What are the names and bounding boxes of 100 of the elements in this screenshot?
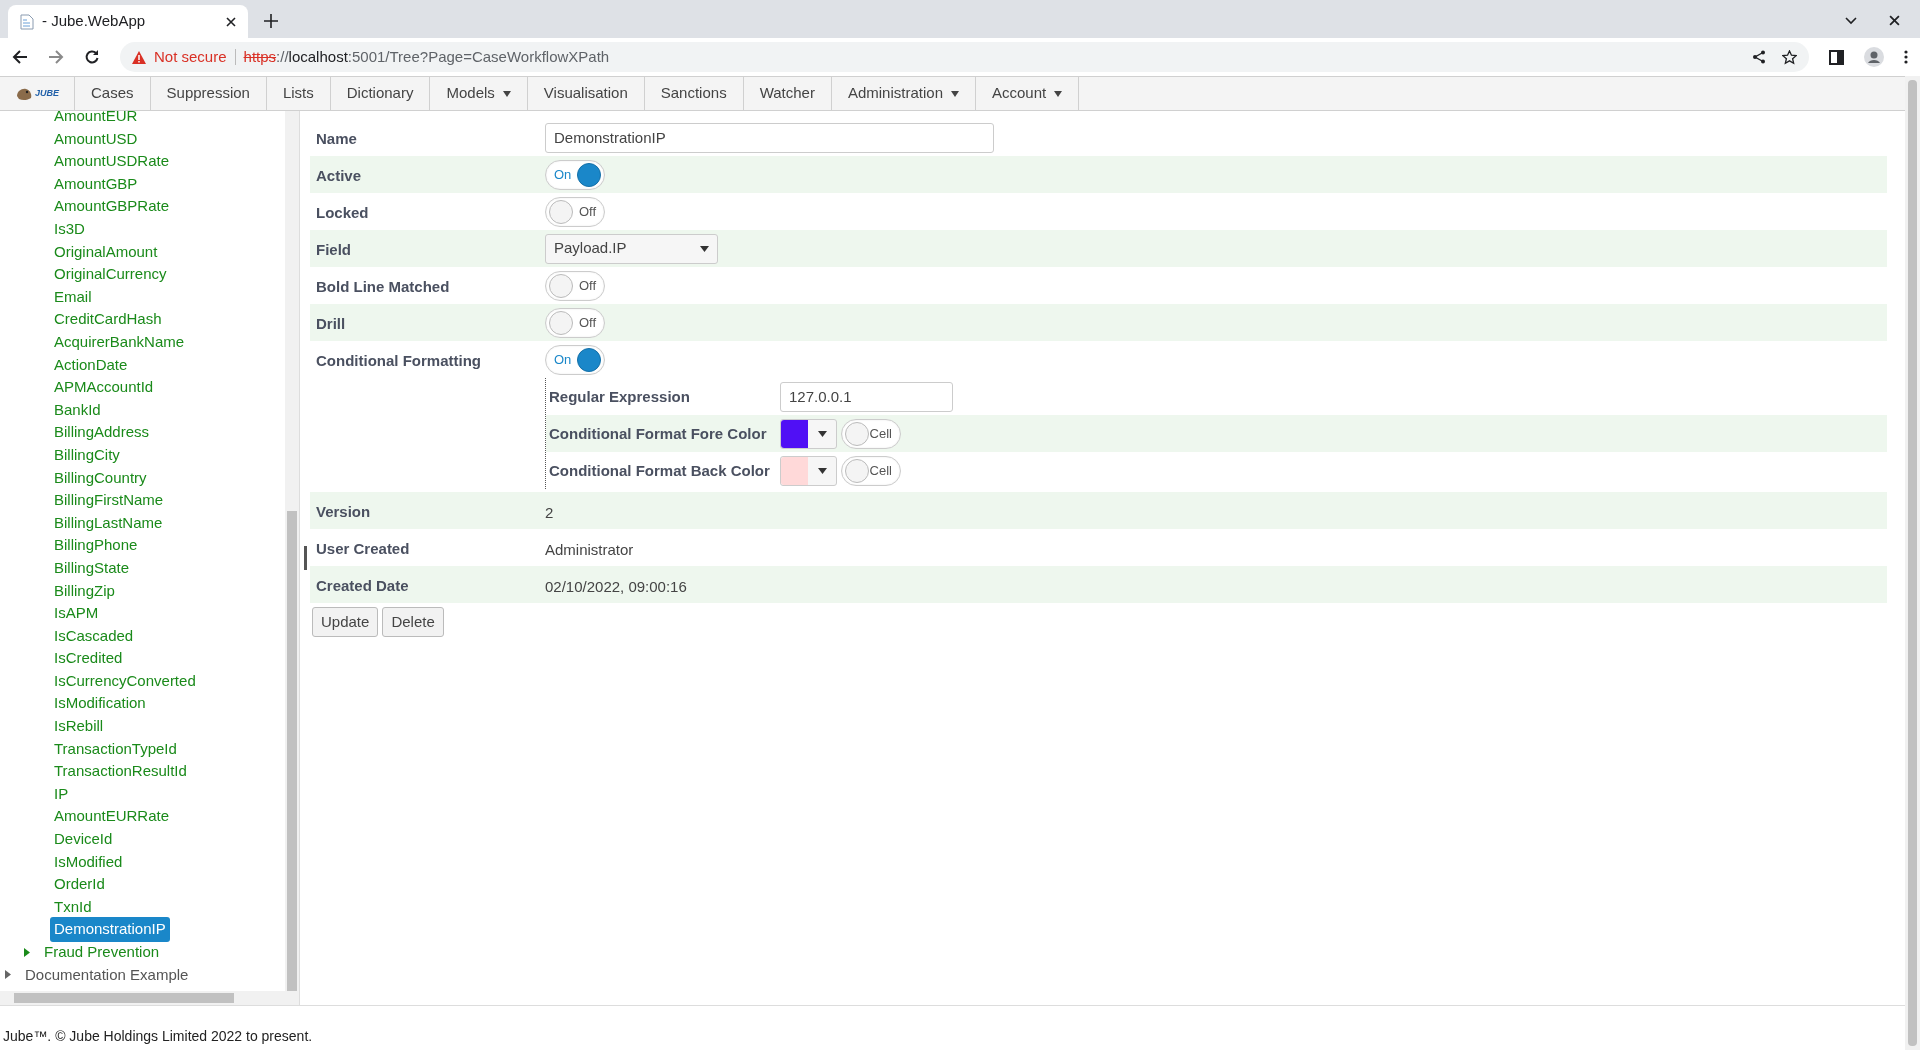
tree-item[interactable]: IsRebill: [50, 715, 108, 738]
tree-item[interactable]: AmountGBPRate: [50, 195, 174, 218]
tree-item[interactable]: BillingAddress: [50, 421, 154, 444]
back-icon[interactable]: [12, 49, 28, 65]
tree-item[interactable]: OriginalCurrency: [50, 263, 171, 286]
text-field[interactable]: DemonstrationIP: [545, 122, 994, 153]
tree-item[interactable]: BillingFirstName: [50, 489, 168, 512]
caret-icon: [502, 90, 511, 97]
tree-item[interactable]: IsCredited: [50, 647, 127, 670]
nav-menu-item[interactable]: Administration: [831, 77, 976, 110]
nav-menu-item[interactable]: Account: [976, 77, 1080, 110]
tree-item[interactable]: BillingState: [50, 556, 134, 580]
select-dropdown[interactable]: Payload.IP: [545, 233, 718, 264]
new-tab-icon[interactable]: [264, 14, 278, 28]
toggle-switch[interactable]: Cell: [841, 455, 901, 486]
field-label: User Created: [315, 539, 411, 559]
action-button[interactable]: Delete: [382, 607, 444, 637]
tree-item[interactable]: BankId: [50, 398, 105, 422]
caret-icon: [817, 467, 827, 474]
field-label: Bold Line Matched: [315, 277, 451, 297]
address-bar[interactable]: Not secure https://localhost:5001/Tree?Page=CaseWorkflowXPath: [120, 42, 1809, 72]
tree-item[interactable]: AmountUSDRate: [50, 150, 174, 173]
share-icon[interactable]: [1752, 50, 1766, 64]
horizontal-scrollbar[interactable]: [0, 991, 299, 1005]
tree-item[interactable]: TransactionResultId: [50, 760, 191, 783]
color-picker[interactable]: [780, 455, 837, 486]
page-icon: [20, 13, 34, 30]
tree-item[interactable]: AmountGBP: [50, 172, 142, 196]
tree-item[interactable]: Fraud Prevention: [40, 941, 164, 964]
security-label: Not secure: [154, 46, 227, 67]
caret-icon: [817, 430, 827, 437]
expand-icon[interactable]: [5, 970, 11, 980]
tree-item[interactable]: ActionDate: [50, 353, 132, 377]
tree-item[interactable]: BillingPhone: [50, 534, 142, 557]
tree-item[interactable]: BillingCountry: [50, 466, 151, 490]
reload-icon[interactable]: [84, 49, 100, 65]
field-label: Conditional Format Fore Color: [548, 424, 768, 444]
tree-item[interactable]: IsModification: [50, 692, 150, 715]
scrollbar-thumb[interactable]: [1908, 80, 1917, 1046]
toggle-switch[interactable]: Off: [545, 270, 605, 301]
tree-item[interactable]: CreditCardHash: [50, 308, 166, 331]
warning-icon: [132, 50, 146, 64]
nav-menu-item[interactable]: Lists: [266, 77, 331, 110]
tree-item[interactable]: IsCascaded: [50, 624, 138, 648]
close-icon[interactable]: [226, 16, 236, 27]
tree-item[interactable]: Email: [50, 285, 96, 309]
nav-menu-item[interactable]: Visualisation: [527, 77, 645, 110]
caret-icon: [951, 90, 959, 97]
toggle-switch[interactable]: On: [545, 159, 605, 190]
nav-menu-item[interactable]: Cases: [75, 77, 151, 110]
expand-icon[interactable]: [24, 947, 30, 957]
nav-menu-item[interactable]: Sanctions: [644, 77, 744, 110]
color-picker[interactable]: [780, 418, 837, 449]
nav-menu-item[interactable]: Watcher: [743, 77, 832, 110]
footer-text: Jube™. © Jube Holdings Limited 2022 to present.: [3, 1027, 313, 1046]
tree-item[interactable]: OriginalAmount: [50, 240, 162, 264]
field-value: Administrator: [545, 540, 634, 561]
toggle-switch[interactable]: On: [545, 344, 605, 375]
tree-item[interactable]: OrderId: [50, 873, 109, 896]
scrollbar-thumb[interactable]: [14, 993, 234, 1003]
close-icon[interactable]: [1889, 15, 1900, 26]
tree-item[interactable]: TransactionTypeId: [50, 737, 181, 761]
scrollbar-thumb[interactable]: [287, 511, 297, 991]
tree-item[interactable]: IsCurrencyConverted: [50, 669, 200, 693]
tree-item[interactable]: IsAPM: [50, 602, 103, 625]
action-button[interactable]: Update: [312, 607, 379, 637]
page-scrollbar[interactable]: [1905, 76, 1920, 1050]
text-field[interactable]: 127.0.0.1: [780, 381, 953, 412]
nav-menu-item[interactable]: Dictionary: [330, 77, 431, 110]
tree-item[interactable]: APMAccountId: [50, 376, 158, 399]
tree-item[interactable]: IP: [50, 782, 73, 806]
side-panel-icon[interactable]: [1829, 49, 1844, 65]
tree-item[interactable]: DemonstrationIP: [50, 917, 170, 942]
field-label: Conditional Formatting: [315, 351, 482, 371]
tree-item[interactable]: TxnId: [50, 895, 96, 919]
tree-item[interactable]: DeviceId: [50, 828, 117, 851]
chevron-down-icon[interactable]: [1845, 16, 1857, 25]
tree-item[interactable]: AcquirerBankName: [50, 331, 189, 354]
more-icon[interactable]: [1904, 50, 1908, 64]
splitter-handle[interactable]: [303, 546, 307, 570]
toggle-switch[interactable]: Off: [545, 196, 605, 227]
tree-item[interactable]: AmountEURRate: [50, 805, 174, 828]
nav-menu-item[interactable]: Models: [430, 77, 528, 110]
tree-item[interactable]: BillingZip: [50, 579, 119, 602]
nav-menu-item[interactable]: Suppression: [150, 77, 267, 110]
tree-item[interactable]: BillingLastName: [50, 511, 167, 535]
tree-item[interactable]: Is3D: [50, 218, 89, 241]
star-icon[interactable]: [1782, 49, 1797, 65]
caret-icon: [1054, 90, 1063, 97]
tree-item[interactable]: IsModified: [50, 850, 127, 874]
browser-tab[interactable]: - Jube.WebApp: [8, 5, 248, 38]
tree-item[interactable]: Documentation Example: [21, 963, 193, 987]
toggle-switch[interactable]: Off: [545, 307, 605, 338]
vertical-scrollbar[interactable]: [285, 111, 299, 991]
toggle-switch[interactable]: Cell: [841, 418, 901, 449]
tree-item[interactable]: AmountUSD: [50, 127, 142, 151]
tree-item[interactable]: BillingCity: [50, 443, 124, 467]
profile-icon[interactable]: [1864, 47, 1884, 67]
forward-icon[interactable]: [48, 49, 64, 65]
jube-logo[interactable]: JUBE: [0, 77, 75, 110]
